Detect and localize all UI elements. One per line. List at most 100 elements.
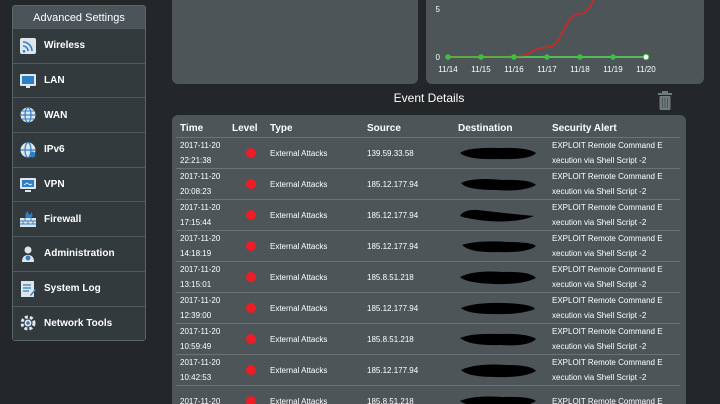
series-point[interactable] xyxy=(544,54,550,60)
redacted-destination xyxy=(460,333,536,345)
cell-date: 2017-11-20 xyxy=(180,265,221,274)
level-high-indicator xyxy=(246,210,256,220)
alert-line-1: EXPLOIT Remote Command E xyxy=(552,358,663,367)
cell-type: External Attacks xyxy=(270,168,367,200)
x-tick-label: 11/17 xyxy=(537,65,557,74)
cell-date: 2017-11-20 xyxy=(180,141,221,150)
x-tick-label: 11/16 xyxy=(504,65,524,74)
table-row[interactable]: 2017-11-20 10:42:53 External Attacks 185.12… xyxy=(176,354,680,386)
x-tick-label: 11/15 xyxy=(471,65,491,74)
table-row[interactable]: 2017-11-20 20:08:23 External Attacks 185.12… xyxy=(176,168,680,200)
sidebar-item-label: VPN xyxy=(44,179,65,191)
table-row[interactable]: 2017-11-20 External Attacks 185.8.51.218 EX… xyxy=(176,385,680,404)
level-high-indicator xyxy=(246,365,256,375)
series-point[interactable] xyxy=(610,54,616,60)
cell-destination xyxy=(458,323,552,355)
cell-type: External Attacks xyxy=(270,323,367,355)
cell-date: 2017-11-20 xyxy=(180,172,221,181)
cell-type: External Attacks xyxy=(270,354,367,386)
series-point[interactable] xyxy=(642,53,650,61)
x-tick-label: 11/19 xyxy=(603,65,623,74)
cell-type: External Attacks xyxy=(270,137,367,169)
sidebar-item-label: Network Tools xyxy=(44,317,113,329)
sidebar-item-administration[interactable]: Administration xyxy=(13,236,145,271)
cell-date: 2017-11-20 xyxy=(180,396,221,404)
cell-level xyxy=(232,385,270,404)
alert-line-1: EXPLOIT Remote Command E xyxy=(552,327,663,336)
series-point[interactable] xyxy=(511,54,517,60)
alert-line-1: EXPLOIT Remote Command E xyxy=(552,141,663,150)
table-row[interactable]: 2017-11-20 17:15:44 External Attacks 185.12… xyxy=(176,199,680,231)
cell-date: 2017-11-20 xyxy=(180,203,221,212)
cell-security-alert: EXPLOIT Remote Command E xyxy=(552,385,680,404)
cell-destination xyxy=(458,168,552,200)
cell-time: 2017-11-20 17:15:44 xyxy=(176,199,232,231)
redacted-destination xyxy=(460,147,536,159)
alert-line-1: EXPLOIT Remote Command E xyxy=(552,234,663,243)
table-header-row: Time Level Type Source Destination Secur… xyxy=(176,121,680,138)
table-row[interactable]: 2017-11-20 13:15:01 External Attacks 185.8.… xyxy=(176,261,680,293)
cell-security-alert: EXPLOIT Remote Command E xecution via She… xyxy=(552,354,680,386)
cell-level xyxy=(232,292,270,324)
sidebar-item-network-tools[interactable]: Network Tools xyxy=(13,305,145,341)
column-header-level: Level xyxy=(232,121,270,138)
cell-level xyxy=(232,354,270,386)
level-high-indicator xyxy=(246,396,256,404)
column-header-time: Time xyxy=(176,121,232,138)
sidebar-item-label: Firewall xyxy=(44,213,82,225)
cell-destination xyxy=(458,261,552,293)
cell-type: External Attacks xyxy=(270,230,367,262)
cell-clock: 14:18:19 xyxy=(180,249,212,258)
cell-level xyxy=(232,199,270,231)
firewall-icon xyxy=(19,210,37,228)
cell-destination xyxy=(458,385,552,404)
sidebar-item-firewall[interactable]: Firewall xyxy=(13,201,145,237)
table-row[interactable]: 2017-11-20 22:21:38 External Attacks 139.59… xyxy=(176,137,680,169)
sidebar-item-wireless[interactable]: Wireless xyxy=(13,28,145,63)
alert-line-2: xecution via Shell Script -2 xyxy=(552,342,647,351)
series-point[interactable] xyxy=(478,54,484,60)
cell-time: 2017-11-20 13:15:01 xyxy=(176,261,232,293)
lan-icon xyxy=(19,72,37,90)
y-tick-label: 0 xyxy=(436,53,441,62)
attack-trend-chart-panel: 5 0 11/14 11/15 11/16 11/17 11/18 11/19 11/20 xyxy=(426,0,704,84)
trash-icon[interactable] xyxy=(656,91,674,111)
cell-source: 185.12.177.94 xyxy=(367,230,458,262)
level-high-indicator xyxy=(246,272,256,282)
sidebar-item-system-log[interactable]: System Log xyxy=(13,270,145,306)
sidebar-item-ipv6[interactable]: IPv6 xyxy=(13,132,145,167)
cell-time: 2017-11-20 10:42:53 xyxy=(176,354,232,386)
y-tick-label: 5 xyxy=(436,5,441,14)
level-high-indicator xyxy=(246,148,256,158)
cell-security-alert: EXPLOIT Remote Command E xecution via She… xyxy=(552,168,680,200)
sidebar-item-label: IPv6 xyxy=(44,144,65,156)
table-row[interactable]: 2017-11-20 12:39:00 External Attacks 185.12… xyxy=(176,292,680,324)
alert-line-2: xecution via Shell Script -2 xyxy=(552,156,647,165)
administration-icon xyxy=(19,245,37,263)
table-row[interactable]: 2017-11-20 10:59:49 External Attacks 185.8.… xyxy=(176,323,680,355)
cell-clock: 17:15:44 xyxy=(180,218,212,227)
series-line-red xyxy=(448,0,595,58)
sidebar-item-vpn[interactable]: VPN xyxy=(13,166,145,202)
cell-time: 2017-11-20 12:39:00 xyxy=(176,292,232,324)
series-point[interactable] xyxy=(445,54,451,60)
cell-clock: 12:39:00 xyxy=(180,311,212,320)
cell-time: 2017-11-20 xyxy=(176,385,232,404)
cell-destination xyxy=(458,230,552,262)
series-point[interactable] xyxy=(577,54,583,60)
cell-level xyxy=(232,137,270,169)
sidebar-item-wan[interactable]: WAN xyxy=(13,97,145,133)
table-row[interactable]: 2017-11-20 14:18:19 External Attacks 185.12… xyxy=(176,230,680,262)
sidebar-item-label: System Log xyxy=(44,283,101,295)
cell-destination xyxy=(458,199,552,231)
cell-date: 2017-11-20 xyxy=(180,327,221,336)
redacted-destination xyxy=(462,240,536,252)
level-high-indicator xyxy=(246,179,256,189)
redacted-destination xyxy=(460,209,534,221)
redacted-destination xyxy=(461,302,535,314)
alert-line-2: xecution via Shell Script -2 xyxy=(552,187,647,196)
sidebar-item-lan[interactable]: LAN xyxy=(13,62,145,98)
cell-level xyxy=(232,168,270,200)
cell-clock: 22:21:38 xyxy=(180,156,212,165)
summary-panel xyxy=(172,0,418,84)
